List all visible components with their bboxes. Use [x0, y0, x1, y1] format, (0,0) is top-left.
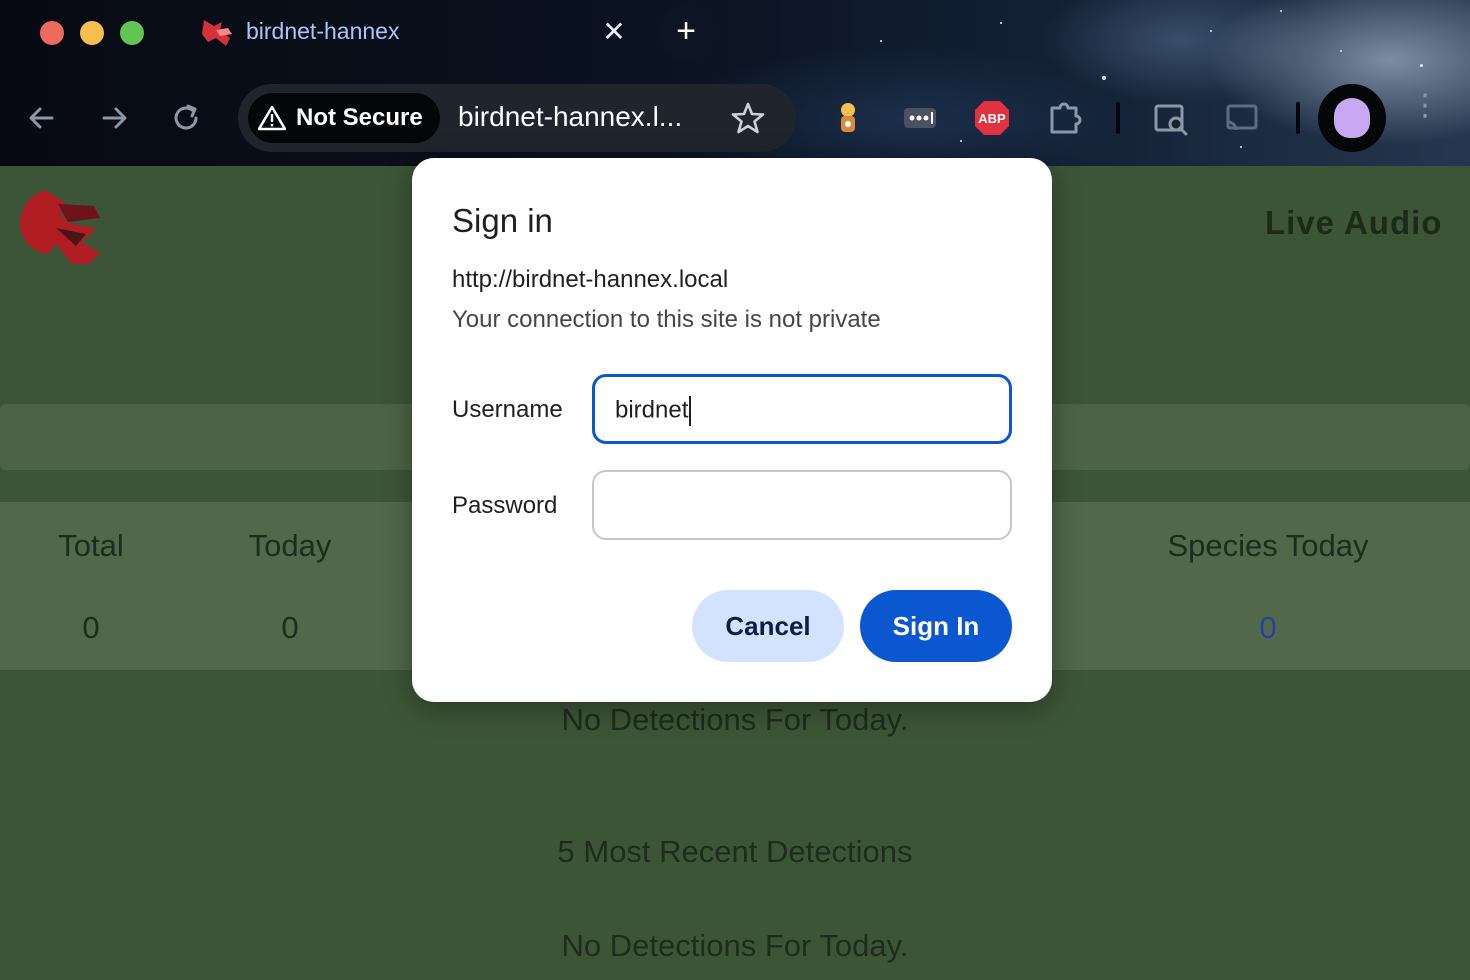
password-label: Password	[452, 492, 558, 519]
username-label: Username	[452, 396, 563, 423]
search-inspect-icon[interactable]	[1152, 98, 1192, 138]
grafana-extension-icon[interactable]	[828, 98, 868, 138]
puzzle-extensions-icon[interactable]	[1046, 98, 1086, 138]
background-star	[960, 140, 962, 142]
background-star	[1280, 10, 1282, 12]
text-caret	[689, 396, 692, 426]
background-star	[880, 40, 882, 42]
sign-in-button[interactable]: Sign In	[860, 590, 1012, 662]
stat-header-today: Today	[248, 528, 332, 563]
security-chip[interactable]: Not Secure	[248, 93, 440, 143]
background-star	[1240, 146, 1242, 148]
recent-detections-message: No Detections For Today.	[561, 928, 909, 963]
cancel-button[interactable]: Cancel	[692, 590, 844, 662]
dialog-privacy-note: Your connection to this site is not priv…	[452, 306, 881, 333]
bookmark-star-icon[interactable]	[730, 100, 766, 136]
window-zoom-button[interactable]	[120, 21, 144, 45]
address-bar[interactable]: Not Secure birdnet-hannex.l...	[238, 84, 796, 152]
sign-in-dialog: Sign in http://birdnet-hannex.local Your…	[412, 158, 1052, 702]
stat-value-today: 0	[281, 610, 299, 645]
tab-close-icon[interactable]: ✕	[600, 14, 628, 50]
new-tab-button[interactable]: +	[658, 5, 714, 61]
forward-icon[interactable]	[94, 98, 134, 138]
reload-icon[interactable]	[166, 98, 206, 138]
dialog-origin: http://birdnet-hannex.local	[452, 266, 729, 293]
background-star	[1210, 30, 1212, 32]
cast-icon[interactable]	[1222, 98, 1262, 138]
background-star	[1000, 22, 1002, 24]
tab-title: birdnet-hannex	[246, 18, 400, 44]
url-text[interactable]: birdnet-hannex.l...	[458, 101, 682, 133]
password-manager-icon[interactable]	[900, 98, 940, 138]
browser-chrome: birdnet-hannex ✕ + Not Secure birdnet-ha…	[0, 0, 1470, 166]
recent-detections-heading: 5 Most Recent Detections	[557, 834, 913, 869]
dialog-title: Sign in	[452, 202, 553, 239]
live-audio-link[interactable]: Live Audio	[1265, 204, 1442, 242]
background-star	[1102, 76, 1106, 80]
password-field[interactable]	[592, 470, 1012, 540]
toolbar-separator	[1116, 102, 1120, 134]
username-field[interactable]: birdnet	[592, 374, 1012, 444]
profile-avatar-icon	[1334, 98, 1370, 138]
birdnet-logo-icon	[20, 190, 100, 264]
username-value: birdnet	[615, 396, 689, 424]
cardinal-favicon-icon	[202, 20, 232, 46]
browser-tab[interactable]: birdnet-hannex ✕	[176, 0, 646, 66]
stat-value-species-today[interactable]: 0	[1118, 610, 1418, 646]
adblock-plus-icon[interactable]: ABP	[972, 98, 1012, 138]
toolbar-separator	[1296, 102, 1300, 134]
warning-icon	[258, 105, 286, 131]
adblock-label: ABP	[978, 111, 1006, 126]
browser-menu-icon[interactable]: ⋮	[1410, 91, 1440, 140]
background-star	[1340, 50, 1342, 52]
window-minimize-button[interactable]	[80, 21, 104, 45]
today-detections-message: No Detections For Today.	[561, 702, 909, 737]
stat-header-species-today: Species Today	[1167, 528, 1369, 563]
security-chip-label: Not Secure	[296, 104, 423, 131]
profile-avatar[interactable]	[1318, 84, 1386, 152]
window-close-button[interactable]	[40, 21, 64, 45]
back-icon[interactable]	[22, 98, 62, 138]
background-star	[1420, 64, 1423, 67]
